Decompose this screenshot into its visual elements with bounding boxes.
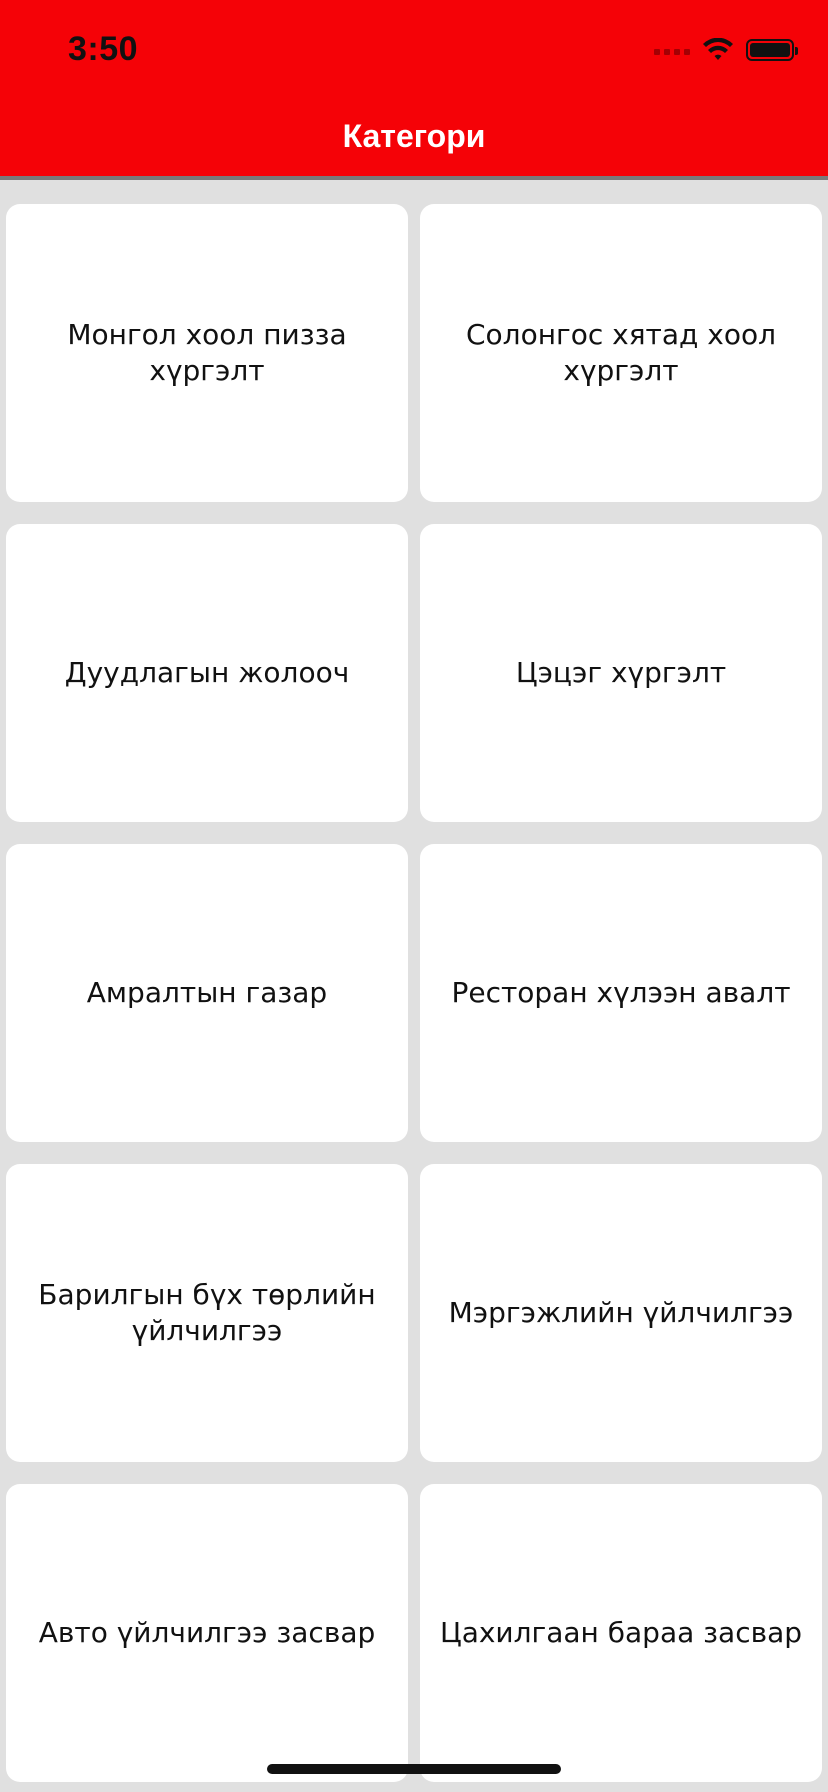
- category-label: Амралтын газар: [86, 976, 328, 1009]
- category-label: Солонгос хятад хоол хүргэлт: [465, 318, 777, 387]
- category-card-flower-delivery[interactable]: Цэцэг хүргэлт: [420, 524, 822, 822]
- category-card-electronics-repair[interactable]: Цахилгаан бараа засвар: [420, 1484, 822, 1782]
- category-label: Авто үйлчилгээ засвар: [38, 1616, 376, 1649]
- category-card-mongol-food-pizza[interactable]: Монгол хоол пизза хүргэлт: [6, 204, 408, 502]
- category-card-construction[interactable]: Барилгын бүх төрлийн үйлчилгээ: [6, 1164, 408, 1462]
- category-label: Барилгын бүх төрлийн үйлчилгээ: [38, 1278, 376, 1347]
- header-bar: 3:50 Категори: [0, 0, 828, 180]
- category-label: Цахилгаан бараа засвар: [439, 1616, 803, 1649]
- category-label: Дуудлагын жолооч: [64, 656, 350, 689]
- category-label: Монгол хоол пизза хүргэлт: [67, 318, 347, 387]
- status-time: 3:50: [68, 30, 139, 68]
- wifi-icon: [703, 38, 733, 60]
- category-card-resort[interactable]: Амралтын газар: [6, 844, 408, 1142]
- category-card-driver[interactable]: Дуудлагын жолооч: [6, 524, 408, 822]
- home-indicator[interactable]: [267, 1764, 561, 1774]
- page-title: Категори: [342, 118, 486, 154]
- battery-icon: [746, 39, 798, 61]
- category-grid: Монгол хоол пизза хүргэлт Солонгос хятад…: [6, 204, 822, 1782]
- category-label: Мэргэжлийн үйлчилгээ: [448, 1296, 794, 1329]
- signal-icon: [654, 45, 690, 55]
- screen: 3:50 Категори Монгол хоол пизза хүргэлт …: [0, 0, 828, 1792]
- category-card-restaurant[interactable]: Ресторан хүлээн авалт: [420, 844, 822, 1142]
- category-label: Ресторан хүлээн авалт: [451, 976, 791, 1009]
- category-card-professional[interactable]: Мэргэжлийн үйлчилгээ: [420, 1164, 822, 1462]
- category-label: Цэцэг хүргэлт: [515, 656, 727, 689]
- status-icons: [654, 36, 798, 64]
- category-card-korean-chinese-food[interactable]: Солонгос хятад хоол хүргэлт: [420, 204, 822, 502]
- category-card-auto-repair[interactable]: Авто үйлчилгээ засвар: [6, 1484, 408, 1782]
